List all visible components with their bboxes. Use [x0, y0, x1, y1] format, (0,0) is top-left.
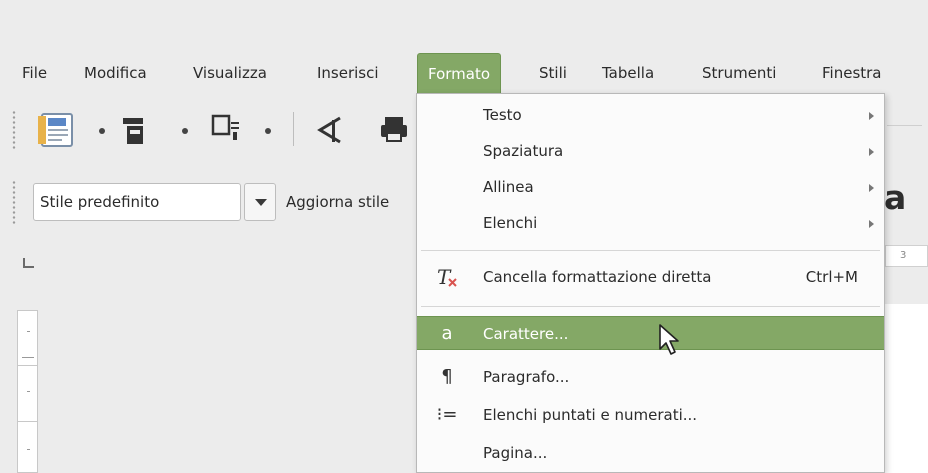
toolbar-separator — [293, 112, 294, 146]
menu-item-spaziatura[interactable]: Spaziatura — [417, 134, 884, 168]
menu-finestra[interactable]: Finestra — [812, 53, 892, 93]
toolbar-grip[interactable] — [12, 180, 16, 224]
toolbar-faint-line — [887, 125, 922, 126]
menu-item-allinea[interactable]: Allinea — [417, 170, 884, 204]
paragraph-icon: ¶ — [441, 366, 453, 387]
menu-separator — [421, 250, 880, 251]
submenu-arrow-icon — [869, 112, 874, 120]
menu-item-testo[interactable]: Testo — [417, 98, 884, 132]
document-icon[interactable] — [36, 112, 80, 148]
numbered-list-icon: ⁝= — [436, 404, 458, 425]
menu-modifica[interactable]: Modifica — [74, 53, 157, 93]
clear-formatting-icon: T — [433, 260, 461, 302]
page-icon[interactable] — [121, 116, 149, 146]
menu-item-carattere[interactable]: a Carattere... — [417, 316, 884, 350]
dropdown-dot-icon[interactable] — [98, 127, 106, 135]
dropdown-dot-icon[interactable] — [264, 127, 272, 135]
menu-separator — [421, 306, 880, 307]
paragraph-style-combo[interactable]: Stile predefinito — [33, 183, 241, 221]
menu-bar: File Modifica Visualizza Inserisci Forma… — [0, 50, 928, 98]
toolbar-grip[interactable] — [12, 110, 16, 150]
menu-item-paragrafo[interactable]: ¶ Paragrafo... — [417, 360, 884, 394]
character-icon: a — [441, 323, 453, 344]
document-page[interactable] — [885, 304, 928, 473]
menu-stili[interactable]: Stili — [529, 53, 577, 93]
tab-stop-icon[interactable] — [23, 258, 34, 268]
menu-item-pagina[interactable]: Pagina... — [417, 436, 884, 470]
chevron-down-icon[interactable] — [244, 183, 276, 221]
menu-item-elenchi[interactable]: Elenchi — [417, 206, 884, 240]
menu-item-elenchi-puntati[interactable]: ⁝= Elenchi puntati e numerati... — [417, 398, 884, 432]
menu-strumenti[interactable]: Strumenti — [692, 53, 786, 93]
menu-item-clear-formatting[interactable]: T Cancella formattazione diretta Ctrl+M — [417, 260, 884, 294]
menu-file[interactable]: File — [12, 53, 57, 93]
menu-tabella[interactable]: Tabella — [592, 53, 664, 93]
update-style-button[interactable]: Aggiorna stile — [286, 183, 414, 221]
menu-formato[interactable]: Formato — [417, 53, 502, 96]
arrow-icon[interactable] — [314, 114, 344, 146]
insert-icon[interactable] — [211, 114, 241, 144]
menu-inserisci[interactable]: Inserisci — [307, 53, 389, 93]
horizontal-ruler[interactable]: 3 — [885, 245, 928, 267]
print-icon[interactable] — [379, 115, 409, 145]
ruler-tick-label: 3 — [900, 250, 907, 261]
font-preview-letter[interactable]: a — [884, 178, 906, 217]
format-menu: Testo Spaziatura Allinea Elenchi T Cance… — [416, 93, 885, 473]
submenu-arrow-icon — [869, 220, 874, 228]
dropdown-dot-icon[interactable] — [181, 127, 189, 135]
mouse-cursor-icon — [659, 324, 679, 355]
submenu-arrow-icon — [869, 184, 874, 192]
submenu-arrow-icon — [869, 148, 874, 156]
vertical-ruler[interactable] — [17, 310, 38, 473]
menu-visualizza[interactable]: Visualizza — [183, 53, 277, 93]
